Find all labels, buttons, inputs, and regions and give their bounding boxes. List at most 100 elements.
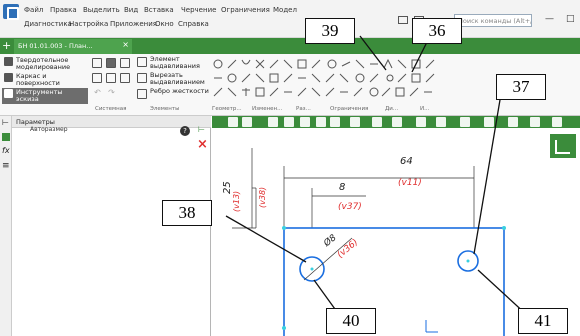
menu-diagnostics[interactable]: Диагностика	[24, 20, 72, 28]
menu-apps[interactable]: Приложения	[110, 20, 157, 28]
view-pencil-icon[interactable]	[242, 117, 252, 127]
layers-icon[interactable]	[2, 133, 10, 141]
drawing-canvas[interactable]: 64 (v11) 8 (v37) 25 (v13) (v38) Ø8 (v36)	[212, 128, 580, 336]
view-filter-icon[interactable]	[508, 117, 518, 127]
dim-8-var: (v37)	[338, 202, 362, 212]
menu-model[interactable]: Модел	[273, 6, 297, 14]
mode-sketch-label: Инструменты эскиза	[16, 88, 63, 103]
list-icon[interactable]: ≡	[2, 161, 10, 171]
dim-38-var: (v38)	[258, 186, 267, 208]
parameters-panel	[12, 128, 211, 336]
section-i-label: И...	[420, 106, 430, 112]
app-logo-icon	[3, 4, 19, 20]
autodimension-label: Авторазмер	[30, 126, 68, 133]
dim-8-value[interactable]: 8	[339, 182, 345, 193]
callout-39: 39	[305, 18, 355, 44]
tree-icon[interactable]: ⊢	[2, 118, 9, 127]
mode-sketch-tools[interactable]: Инструменты эскиза	[2, 88, 88, 104]
view-pan-icon[interactable]	[392, 117, 402, 127]
view-rotate-icon[interactable]	[372, 117, 382, 127]
document-tab[interactable]: БН 01.01.003 - План... ×	[14, 39, 132, 54]
wireframe-icon	[4, 73, 13, 82]
menu-help[interactable]: Справка	[178, 20, 209, 28]
callout-37: 37	[496, 74, 546, 100]
view-orient-icon[interactable]	[284, 117, 294, 127]
close-tab-icon[interactable]: ×	[122, 40, 129, 49]
copy-icon[interactable]	[106, 73, 116, 83]
document-tab-label: БН 01.01.003 - План...	[18, 42, 93, 50]
view-grid-icon[interactable]	[300, 117, 310, 127]
function-icon[interactable]: fx	[2, 146, 10, 155]
print-icon[interactable]	[92, 73, 102, 83]
section-di-label: Ди...	[385, 106, 399, 112]
view-section-icon[interactable]	[484, 117, 494, 127]
sketch-mode-badge[interactable]	[550, 134, 576, 158]
mode-wire-label: Каркас и поверхности	[16, 72, 60, 87]
dim-64-var: (v11)	[398, 178, 422, 188]
menu-view[interactable]: Вид	[124, 6, 138, 14]
view-curve-icon[interactable]	[316, 117, 326, 127]
new-file-icon[interactable]	[92, 58, 102, 68]
sketch-geometry	[283, 227, 505, 336]
mode-wireframe[interactable]: Каркас и поверхности	[4, 73, 86, 87]
left-side-strip: ⊢ fx ≡	[0, 116, 12, 336]
dim-25-var: (v13)	[232, 190, 241, 212]
pin-icon[interactable]: ⊢	[198, 125, 205, 134]
view-sketch-icon[interactable]	[228, 117, 238, 127]
callout-41: 41	[518, 308, 568, 334]
menu-drawing[interactable]: Черчение	[181, 6, 216, 14]
extrude-label: Элемент выдавливания	[150, 55, 200, 70]
callout-40: 40	[326, 308, 376, 334]
dim-64-value[interactable]: 64	[400, 156, 413, 167]
help-icon[interactable]: ?	[180, 126, 190, 136]
section-elements-label: Элементы	[150, 106, 180, 112]
mode-solid-modeling[interactable]: Твердотельное моделирование	[4, 57, 86, 71]
menu-window[interactable]: Окно	[155, 20, 174, 28]
section-modify-label: Изменен...	[252, 106, 283, 112]
new-tab-button[interactable]: +	[2, 39, 14, 52]
section-size-label: Раз...	[296, 106, 311, 112]
close-panel-icon[interactable]: ×	[197, 137, 208, 152]
window-layout-icon[interactable]	[398, 16, 408, 24]
save-icon[interactable]	[120, 58, 130, 68]
mode-solid-label: Твердотельное моделирование	[16, 56, 71, 71]
sketch-points	[282, 226, 506, 330]
view-hide-icon[interactable]	[460, 117, 470, 127]
view-zoom-icon[interactable]	[350, 117, 360, 127]
cut-extrude-label: Вырезать выдавливанием	[150, 71, 205, 86]
menu-select[interactable]: Выделить	[83, 6, 120, 14]
section-geometry-label: Геометр...	[212, 106, 242, 112]
solid-icon	[4, 57, 13, 66]
sketch-icon	[4, 89, 13, 98]
open-folder-icon[interactable]	[106, 58, 116, 68]
redo-icon[interactable]: ↷	[106, 88, 117, 97]
title-bar: Файл Правка Выделить Вид Вставка Черчени…	[0, 0, 580, 38]
view-snap-icon[interactable]	[330, 117, 340, 127]
view-style-icon[interactable]	[436, 117, 446, 127]
section-system-label: Системная	[95, 106, 127, 112]
menu-constraints[interactable]: Ограничения	[221, 6, 270, 14]
axis-origin	[425, 320, 438, 333]
callout-36: 36	[412, 18, 462, 44]
view-fit-icon[interactable]	[530, 117, 540, 127]
ribbon-toolbar: Твердотельное моделирование Каркас и пов…	[0, 54, 580, 116]
menu-edit[interactable]: Правка	[50, 6, 77, 14]
cut-extrude-icon	[137, 73, 147, 83]
view-display-icon[interactable]	[416, 117, 426, 127]
menu-settings[interactable]: Настройка	[69, 20, 108, 28]
minimize-button[interactable]: —	[545, 14, 554, 24]
menu-file[interactable]: Файл	[24, 6, 43, 14]
callout-38: 38	[162, 200, 212, 226]
extrude-icon	[137, 57, 147, 67]
paste-icon[interactable]	[120, 73, 130, 83]
rib-icon	[137, 89, 147, 99]
command-search-input[interactable]: Поиск команды (Alt+/)	[454, 14, 532, 27]
menu-insert[interactable]: Вставка	[144, 6, 174, 14]
sketch-svg	[232, 134, 576, 336]
undo-icon[interactable]: ↶	[92, 88, 103, 97]
view-options-icon[interactable]	[552, 117, 562, 127]
dimension-lines	[232, 148, 475, 229]
maximize-button[interactable]: □	[566, 14, 575, 24]
view-select-icon[interactable]	[268, 117, 278, 127]
section-constraints-label: Ограничения	[330, 106, 369, 112]
